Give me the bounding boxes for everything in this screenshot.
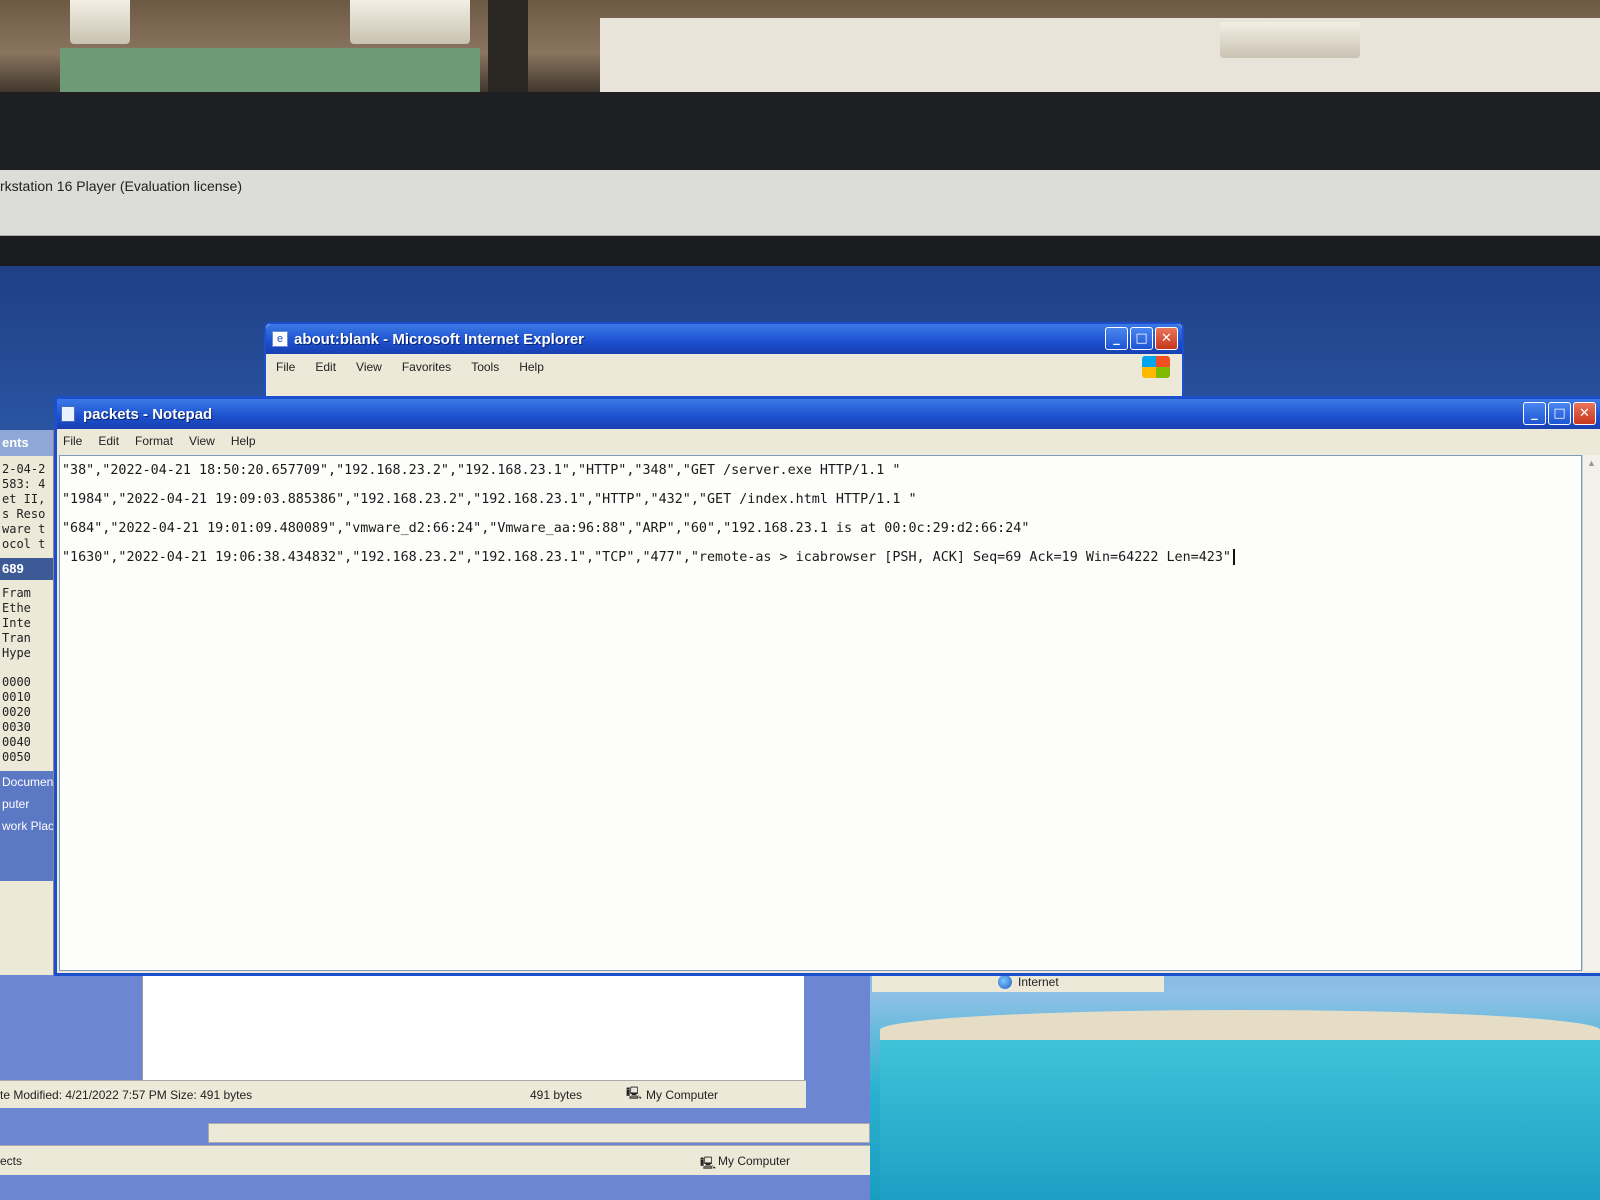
computer-icon: 🖳 [626, 1086, 643, 1100]
text-line-with-caret: "1630","2022-04-21 19:06:38.434832","192… [60, 543, 1581, 572]
tree-item-internet[interactable]: Inte [0, 616, 53, 631]
close-icon[interactable]: ✕ [1155, 327, 1178, 350]
windows-logo-icon [1142, 356, 1170, 378]
hex-offset: 0050 [2, 750, 31, 764]
notepad-menu-view[interactable]: View [189, 434, 215, 448]
room-background [0, 0, 1600, 96]
notepad-app-icon [61, 406, 75, 422]
notepad-window: packets - Notepad _ □ ✕ File Edit Format… [54, 396, 1600, 976]
hex-offset: 0020 [2, 705, 31, 719]
tree-item-ethernet[interactable]: Ethe [0, 601, 53, 616]
text-line: "1984","2022-04-21 19:09:03.885386","192… [62, 492, 917, 507]
packet-detail-line[interactable]: et II, [0, 492, 53, 507]
room-pillar [488, 0, 528, 92]
ie-caption-buttons: _ □ ✕ [1105, 327, 1178, 350]
place-my-computer[interactable]: puter [0, 793, 53, 815]
ie-window-title: about:blank - Microsoft Internet Explore… [294, 330, 585, 348]
explorer-content-pane[interactable] [142, 975, 804, 1080]
vmware-toolbar-strip [0, 236, 1600, 266]
vertical-scrollbar[interactable]: ▲ [1582, 455, 1600, 971]
ceiling-light [350, 0, 470, 44]
scroll-up-icon[interactable]: ▲ [1583, 455, 1600, 471]
ie-menu-view[interactable]: View [356, 360, 382, 374]
status-size: 491 bytes [530, 1087, 583, 1102]
horizontal-scrollbar[interactable] [208, 1123, 870, 1143]
room-wall [60, 48, 480, 92]
minimize-icon[interactable]: _ [1105, 327, 1128, 350]
minimize-icon[interactable]: _ [1523, 402, 1546, 425]
hex-offset: 0040 [2, 735, 31, 749]
status-location: My Computer [646, 1087, 719, 1102]
hex-offset: 0010 [2, 690, 31, 704]
notepad-window-title: packets - Notepad [83, 405, 213, 423]
hex-offset: 0000 [2, 675, 31, 689]
place-network[interactable]: work Place [0, 815, 53, 837]
ie-menu-help[interactable]: Help [519, 360, 544, 374]
room-partition [600, 18, 1600, 96]
selected-packet[interactable]: 689 [0, 558, 53, 580]
packet-detail-line[interactable]: 583: 4 [0, 477, 53, 492]
vmware-title: rkstation 16 Player (Evaluation license) [0, 178, 243, 194]
ie-titlebar[interactable]: e about:blank - Microsoft Internet Explo… [266, 324, 1182, 354]
hex-offsets: 0000 0010 0020 0030 0040 0050 [0, 675, 53, 765]
notepad-menubar: File Edit Format View Help [57, 429, 1600, 453]
packet-detail-line[interactable]: ware t [0, 522, 53, 537]
ie-menubar: File Edit View Favorites Tools Help [266, 354, 1182, 380]
text-line: "684","2022-04-21 19:01:09.480089","vmwa… [62, 521, 1030, 536]
explorer-window: te Modified: 4/21/2022 7:57 PM Size: 491… [0, 975, 870, 1200]
ie-menu-favorites[interactable]: Favorites [402, 360, 451, 374]
tree-item-hypertext[interactable]: Hype [0, 646, 53, 661]
explorer-statusbar: te Modified: 4/21/2022 7:57 PM Size: 491… [0, 1080, 806, 1108]
packet-detail-line[interactable]: ocol t [0, 537, 53, 552]
ie-menu-file[interactable]: File [276, 360, 295, 374]
packet-detail-line[interactable]: s Reso [0, 507, 53, 522]
hex-offset: 0030 [2, 720, 31, 734]
explorer-statusbar-outer: ects 🖳 My Computer [0, 1145, 870, 1175]
packet-detail-line[interactable]: 2-04-2 [0, 462, 53, 477]
notepad-menu-file[interactable]: File [63, 434, 82, 448]
status-location-outer: My Computer [718, 1154, 791, 1168]
text-caret [1232, 549, 1235, 565]
internet-globe-icon [998, 975, 1012, 989]
ceiling-light [70, 0, 130, 44]
notepad-caption-buttons: _ □ ✕ [1523, 402, 1596, 425]
tree-item-transport[interactable]: Tran [0, 631, 53, 646]
status-details: te Modified: 4/21/2022 7:57 PM Size: 491… [0, 1087, 253, 1102]
text-line: "1630","2022-04-21 19:06:38.434832","192… [62, 550, 1231, 565]
ie-menu-tools[interactable]: Tools [471, 360, 499, 374]
ie-status-zone: Internet [1018, 975, 1059, 989]
text-line: "38","2022-04-21 18:50:20.657709","192.1… [62, 463, 901, 478]
place-my-documents[interactable]: Document [0, 771, 53, 793]
wireshark-header: ents [0, 430, 53, 456]
notepad-titlebar[interactable]: packets - Notepad _ □ ✕ [57, 399, 1600, 429]
close-icon[interactable]: ✕ [1573, 402, 1596, 425]
notepad-text-area[interactable]: "38","2022-04-21 18:50:20.657709","192.1… [59, 455, 1582, 971]
ie-window: e about:blank - Microsoft Internet Explo… [264, 322, 1184, 402]
ceiling-light [1220, 22, 1360, 58]
wireshark-packet-details: 2-04-2 583: 4 et II, s Reso ware t ocol … [0, 462, 53, 552]
maximize-icon[interactable]: □ [1548, 402, 1571, 425]
notepad-menu-help[interactable]: Help [231, 434, 256, 448]
ie-app-icon: e [272, 331, 288, 347]
ie-menu-edit[interactable]: Edit [315, 360, 336, 374]
notepad-menu-format[interactable]: Format [135, 434, 173, 448]
protocol-tree: Fram Ethe Inte Tran Hype [0, 586, 53, 661]
monitor-bezel [0, 92, 1600, 170]
desktop-wallpaper-sea [880, 1040, 1600, 1200]
wireshark-window-partial: ents 2-04-2 583: 4 et II, s Reso ware t … [0, 430, 54, 975]
tree-item-frame[interactable]: Fram [0, 586, 53, 601]
vmware-titlebar: rkstation 16 Player (Evaluation license) [0, 170, 1600, 236]
maximize-icon[interactable]: □ [1130, 327, 1153, 350]
status-objects: ects [0, 1154, 23, 1168]
computer-icon: 🖳 [700, 1156, 717, 1170]
explorer-places-pane: Document puter work Place [0, 771, 53, 881]
notepad-menu-edit[interactable]: Edit [98, 434, 119, 448]
